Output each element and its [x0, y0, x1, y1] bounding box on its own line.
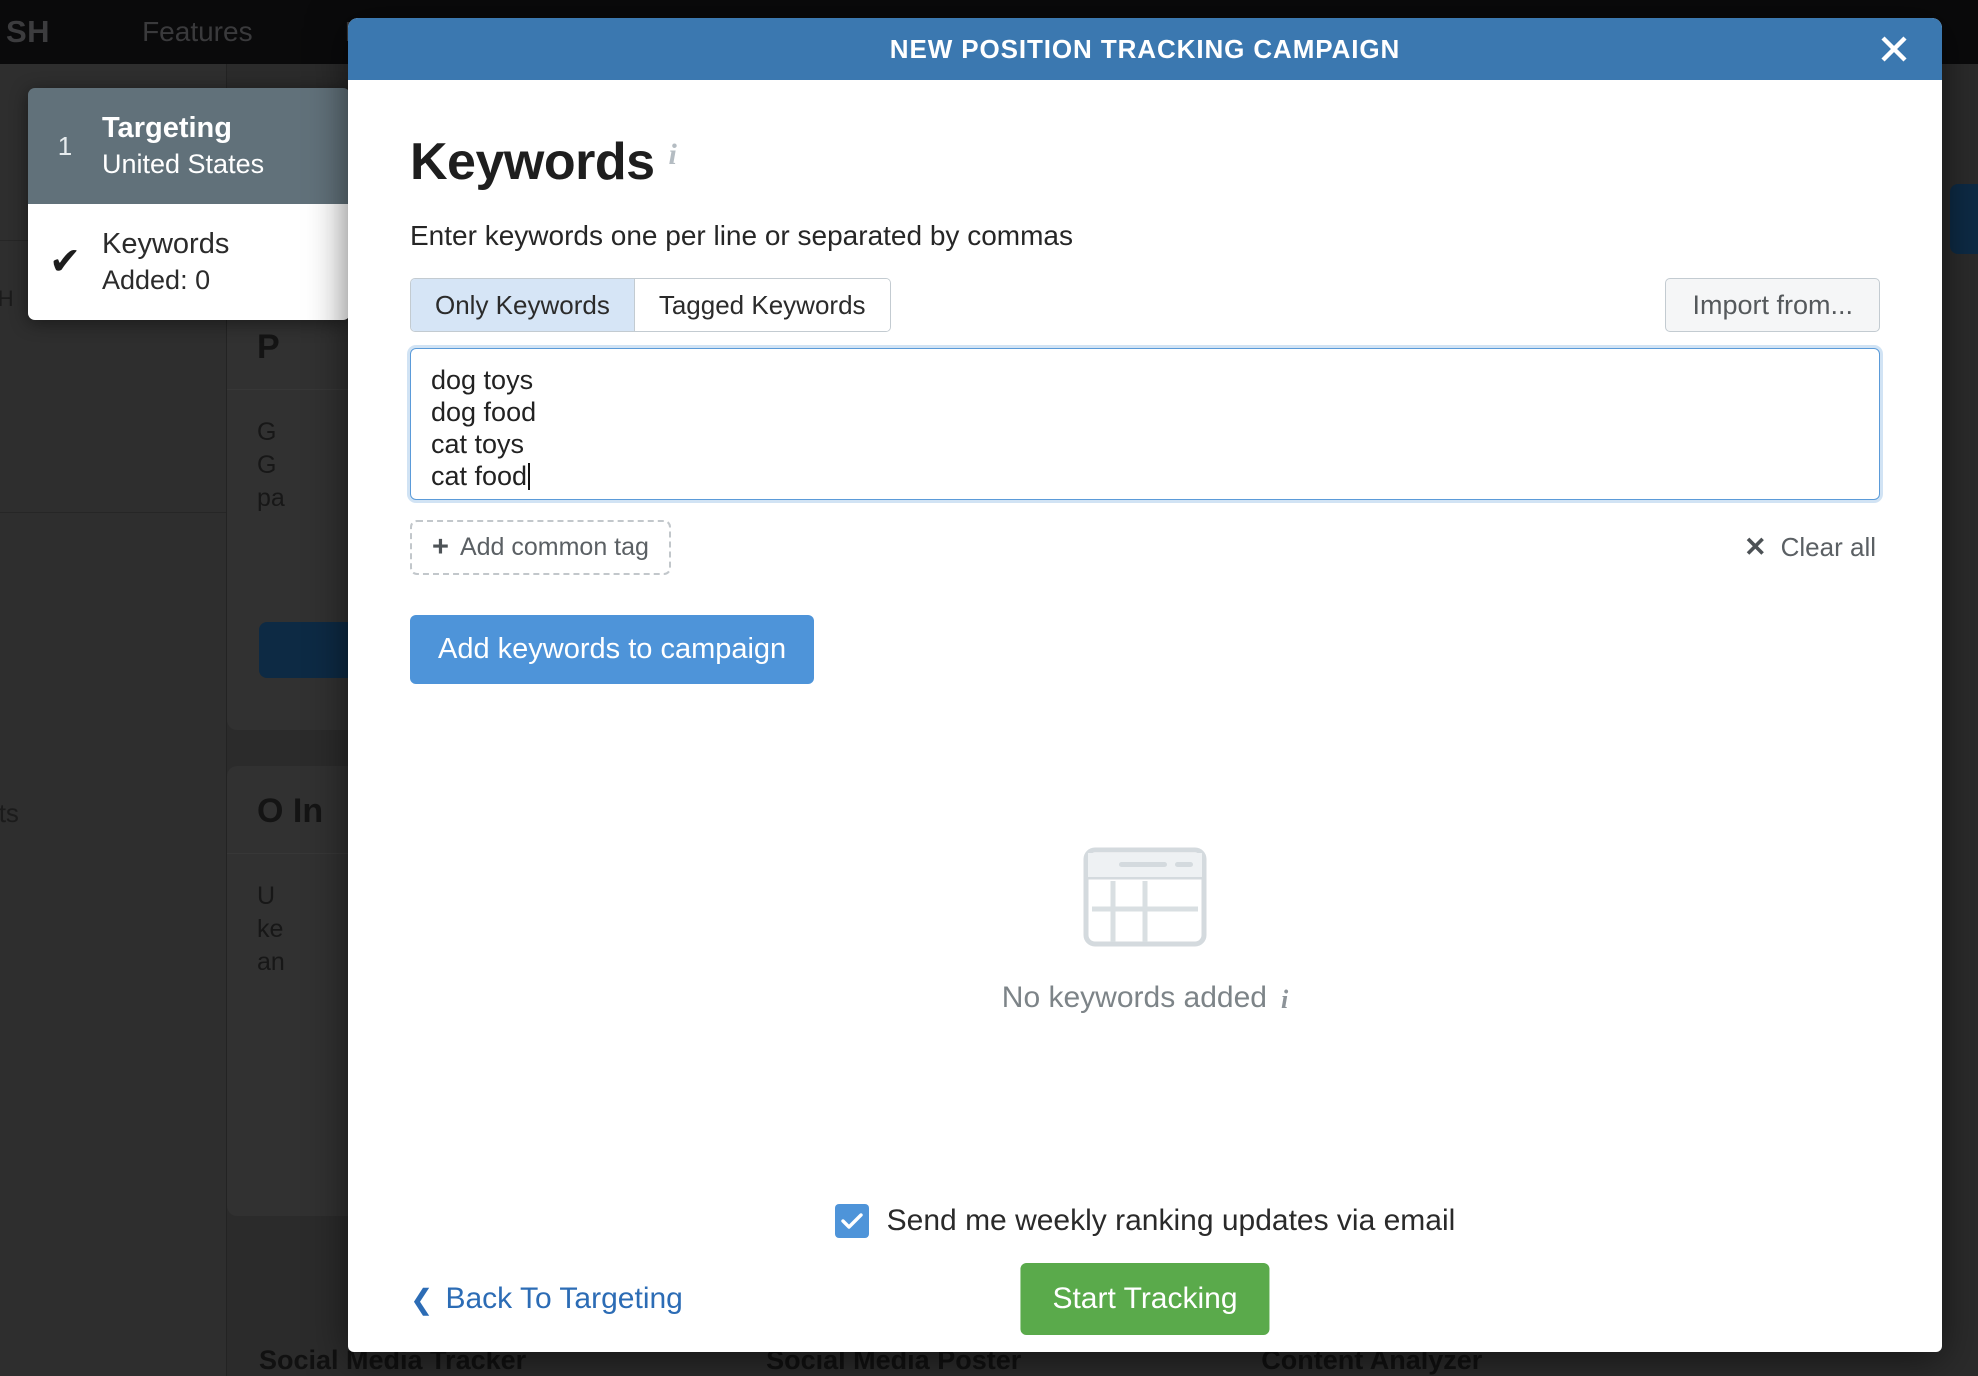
add-common-tag-button[interactable]: + Add common tag [410, 520, 671, 575]
new-campaign-modal: NEW POSITION TRACKING CAMPAIGN Keywords … [348, 18, 1942, 1352]
site-logo: SH [6, 14, 51, 49]
step-item-keywords[interactable]: ✔ Keywords Added: 0 [28, 204, 350, 321]
step-sub-targeting: United States [102, 149, 265, 180]
back-to-targeting-link[interactable]: ❮ Back To Targeting [410, 1282, 683, 1316]
nav-link-features[interactable]: Features [142, 16, 253, 48]
modal-footer: ❮ Back To Targeting Start Tracking [410, 1263, 1880, 1352]
step-title-keywords: Keywords [102, 228, 230, 261]
modal-title: NEW POSITION TRACKING CAMPAIGN [889, 33, 1401, 64]
tab-tagged-keywords[interactable]: Tagged Keywords [634, 279, 890, 331]
modal-body: Keywords i Enter keywords one per line o… [348, 80, 1942, 1352]
keyword-line: dog toys [431, 365, 534, 395]
x-icon: ✕ [1744, 532, 1767, 562]
keyword-mode-row: Only Keywords Tagged Keywords Import fro… [410, 278, 1880, 332]
keywords-input[interactable]: dog toys dog food cat toys cat food [410, 348, 1880, 500]
table-grid-icon [1083, 847, 1207, 947]
page-title-text: Keywords [410, 133, 655, 191]
bg-right-tab[interactable] [1950, 184, 1978, 254]
back-to-targeting-label: Back To Targeting [445, 1282, 683, 1315]
step-number-badge: 1 [57, 130, 73, 161]
add-common-tag-label: Add common tag [459, 533, 649, 561]
keyword-mode-tabs: Only Keywords Tagged Keywords [410, 278, 891, 332]
info-icon[interactable]: i [669, 140, 677, 170]
weekly-updates-checkbox[interactable] [834, 1204, 869, 1238]
step-item-targeting[interactable]: 1 Targeting United States [28, 88, 350, 205]
tag-actions-row: + Add common tag ✕ Clear all [410, 520, 1880, 575]
start-tracking-button[interactable]: Start Tracking [1020, 1263, 1270, 1335]
keyword-line: cat toys [431, 428, 525, 459]
check-icon: ✔ [49, 241, 81, 284]
close-icon[interactable] [1874, 29, 1914, 69]
weekly-updates-label: Send me weekly ranking updates via email [886, 1204, 1456, 1237]
empty-state: No keywords added i [410, 658, 1880, 1204]
step-title-targeting: Targeting [102, 112, 232, 144]
info-icon[interactable]: i [1281, 987, 1288, 1013]
keywords-subtitle: Enter keywords one per line or separated… [410, 220, 1073, 251]
chevron-left-icon: ❮ [410, 1283, 434, 1315]
plus-icon: + [432, 530, 449, 563]
clear-all-button[interactable]: ✕ Clear all [1744, 532, 1880, 563]
empty-state-text: No keywords added [1001, 981, 1267, 1014]
bg-sidebar-label-4: ights [0, 798, 19, 828]
step-sub-keywords: Added: 0 [102, 265, 211, 296]
bg-sidebar-label-0: RCH [0, 286, 15, 311]
empty-state-text-row: No keywords added i [1002, 981, 1288, 1015]
clear-all-label: Clear all [1780, 532, 1876, 562]
weekly-updates-row: Send me weekly ranking updates via email [410, 1204, 1880, 1238]
tab-only-keywords[interactable]: Only Keywords [411, 279, 635, 331]
keyword-line: cat food [431, 461, 1859, 493]
page-title: Keywords i [410, 132, 1880, 192]
campaign-step-sidebar: 1 Targeting United States ✔ Keywords Add… [28, 88, 350, 321]
modal-header: NEW POSITION TRACKING CAMPAIGN [348, 18, 1942, 80]
import-from-button[interactable]: Import from... [1665, 278, 1880, 332]
keyword-line: dog food [431, 396, 537, 427]
